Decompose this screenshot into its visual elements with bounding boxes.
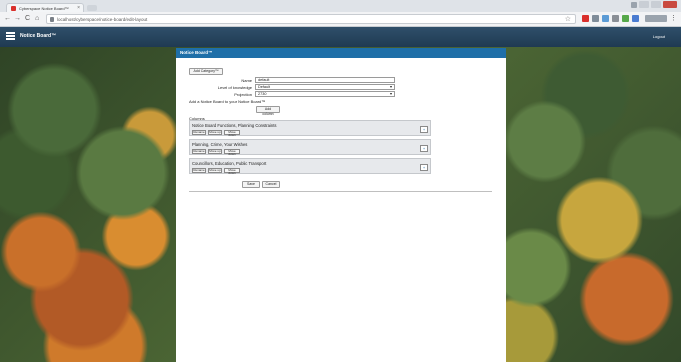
rename-button[interactable]: Rename	[192, 130, 206, 135]
app-header: Notice Board™ Logout	[0, 27, 681, 47]
reload-button[interactable]: C	[25, 15, 30, 23]
add-item-button[interactable]: +	[420, 145, 428, 152]
extension-icon[interactable]	[645, 15, 667, 22]
chevron-down-icon: ▾	[389, 84, 392, 89]
back-button[interactable]: ←	[4, 15, 11, 23]
column-panel: Councillors, Education, Public Transport…	[189, 158, 431, 175]
add-column-button[interactable]: Add column	[256, 106, 280, 116]
close-window-button[interactable]	[663, 1, 677, 8]
dialog-title: Notice Board™	[180, 50, 213, 55]
column-panel: Planning, Crime, Your Wishes Rename Move…	[189, 139, 431, 156]
url-text: localhost/cyberspace/notice-board/edit-l…	[57, 17, 148, 22]
column-title: Councillors, Education, Public Transport	[192, 161, 267, 166]
tab-title: Cyberspace Notice Board™	[19, 6, 69, 11]
level-of-knowledge-value: Default	[258, 85, 271, 89]
level-of-knowledge-label: Level of knowledge	[217, 85, 252, 90]
window-controls	[639, 1, 677, 8]
dialog-title-bar: Notice Board™	[176, 48, 506, 58]
move-up-button[interactable]: Move up	[208, 149, 222, 154]
tab-close-icon[interactable]: ×	[77, 5, 80, 11]
browser-tab-bar: Cyberspace Notice Board™ ×	[0, 0, 681, 12]
maximize-button[interactable]	[651, 1, 661, 8]
forward-button[interactable]: →	[14, 15, 21, 23]
projection-label: Projection	[234, 92, 252, 97]
app-name: Notice Board™	[20, 33, 57, 39]
rename-button[interactable]: Rename	[192, 168, 206, 173]
chevron-down-icon: ▾	[389, 91, 392, 96]
level-of-knowledge-select[interactable]: Default ▾	[255, 84, 395, 90]
home-button[interactable]: ⌂	[35, 15, 39, 23]
extension-icon[interactable]	[612, 15, 619, 22]
column-title: Notice Board Functions, Planning Constra…	[192, 123, 277, 128]
cancel-button[interactable]: Cancel	[262, 181, 280, 188]
projection-select[interactable]: 2730 ▾	[255, 91, 395, 97]
favicon-icon	[11, 6, 16, 11]
browser-tab[interactable]: Cyberspace Notice Board™ ×	[6, 3, 84, 12]
extension-icon[interactable]	[602, 15, 609, 22]
move-down-button[interactable]: Move down	[224, 149, 240, 156]
hamburger-menu-icon[interactable]	[6, 32, 15, 40]
move-down-button[interactable]: Move down	[224, 130, 240, 137]
minimize-button[interactable]	[639, 1, 649, 8]
extension-icon[interactable]	[582, 15, 589, 22]
logout-link[interactable]: Logout	[653, 34, 665, 39]
address-bar-row: ← → C ⌂ localhost/cyberspace/notice-boar…	[0, 12, 681, 27]
divider	[189, 191, 492, 192]
extension-icon[interactable]	[622, 15, 629, 22]
page-info-icon[interactable]	[50, 17, 54, 22]
save-button[interactable]: Save	[242, 181, 260, 188]
column-title: Planning, Crime, Your Wishes	[192, 142, 248, 147]
name-label: Name	[241, 78, 252, 83]
note-text: Add a Notice Board to your Notice Board™	[189, 99, 266, 104]
rename-button[interactable]: Rename	[192, 149, 206, 154]
extension-icon[interactable]	[592, 15, 599, 22]
add-item-button[interactable]: +	[420, 164, 428, 171]
bookmark-star-icon[interactable]: ☆	[565, 15, 571, 23]
move-up-button[interactable]: Move up	[208, 168, 222, 173]
new-tab-button[interactable]	[87, 5, 97, 11]
add-item-button[interactable]: +	[420, 126, 428, 133]
menu-kebab-icon[interactable]: ⋮	[670, 15, 677, 23]
move-down-button[interactable]: Move down	[224, 168, 240, 175]
extension-icon[interactable]	[632, 15, 639, 22]
url-field[interactable]: localhost/cyberspace/notice-board/edit-l…	[46, 14, 576, 24]
notice-board-dialog: Notice Board™ Add Category™ Name default…	[176, 48, 506, 362]
profile-icon[interactable]	[631, 2, 637, 8]
move-up-button[interactable]: Move up	[208, 130, 222, 135]
name-field[interactable]: default	[255, 77, 395, 83]
column-panel: Notice Board Functions, Planning Constra…	[189, 120, 431, 137]
projection-value: 2730	[258, 92, 267, 96]
add-category-button[interactable]: Add Category™	[189, 68, 223, 75]
